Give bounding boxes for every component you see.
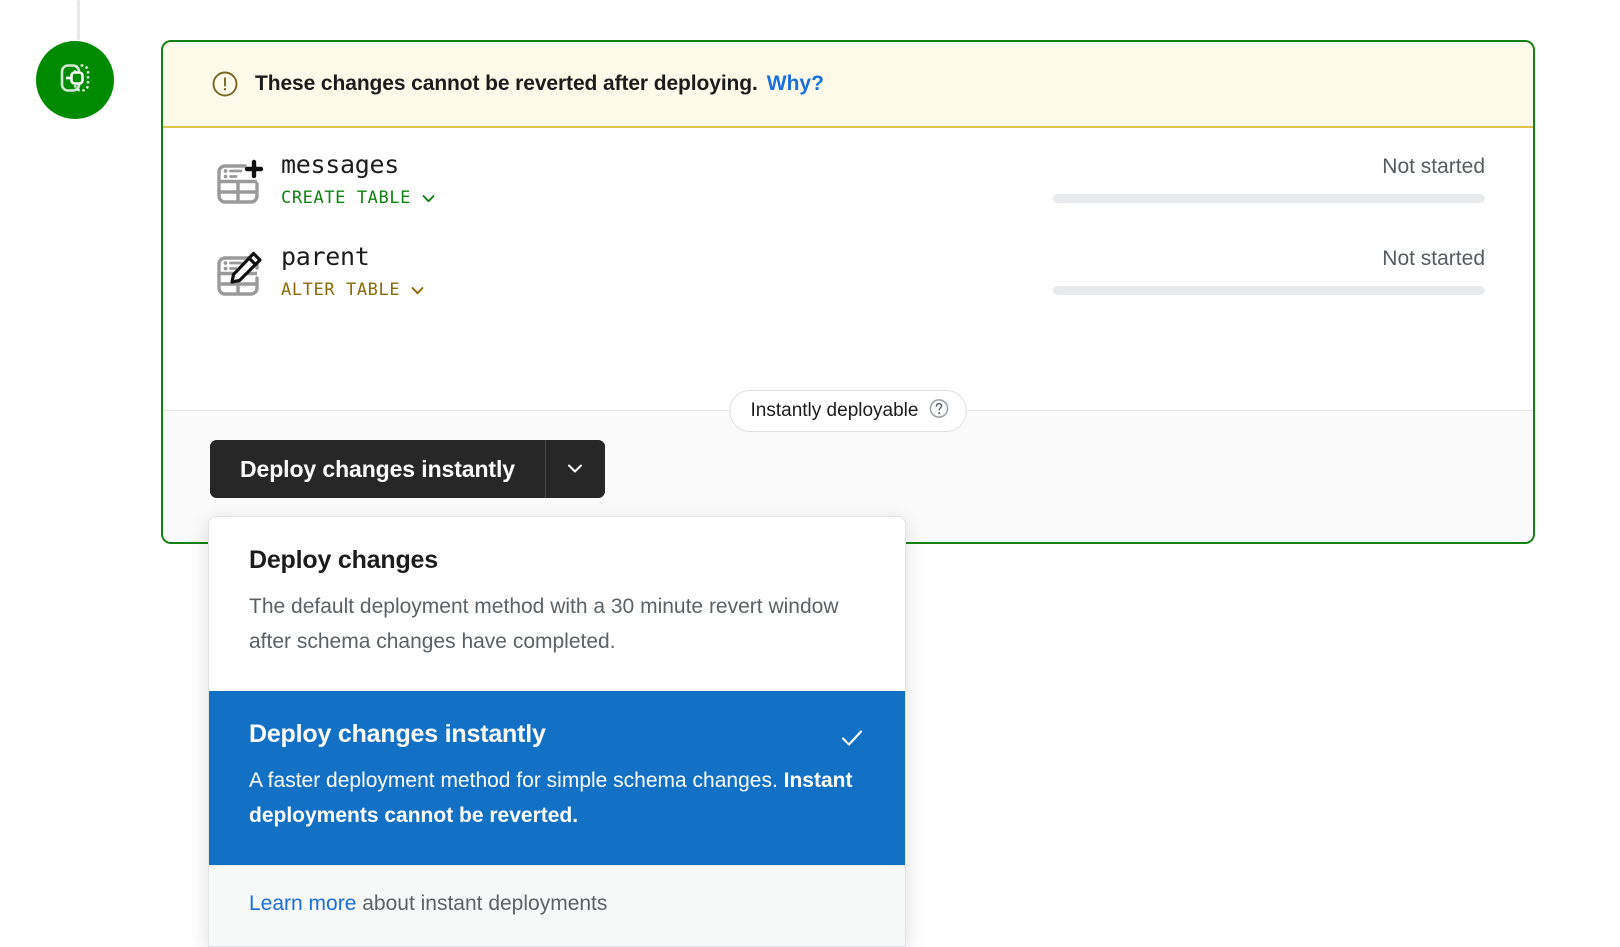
table-row[interactable]: parent ALTER TABLE Not started	[211, 240, 1485, 332]
timeline-connector	[77, 0, 80, 40]
deploy-changes-card: These changes cannot be reverted after d…	[161, 40, 1535, 544]
menu-item-description: A faster deployment method for simple sc…	[249, 763, 865, 833]
deploy-split-button: Deploy changes instantly	[210, 440, 605, 498]
table-row[interactable]: messages CREATE TABLE Not started	[211, 148, 1485, 240]
status-text: Not started	[1382, 155, 1485, 178]
menu-footer: Learn more about instant deployments	[209, 865, 905, 946]
schema-changes-list: messages CREATE TABLE Not started parent…	[163, 128, 1533, 410]
warning-message: These changes cannot be reverted after d…	[255, 72, 758, 95]
deploy-options-toggle[interactable]	[544, 440, 605, 498]
deploy-changes-instantly-button[interactable]: Deploy changes instantly	[210, 440, 545, 498]
check-icon	[839, 725, 865, 751]
chevron-down-icon	[420, 190, 437, 207]
status-text: Not started	[1382, 247, 1485, 270]
irreversible-warning-banner: These changes cannot be reverted after d…	[163, 42, 1533, 128]
table-row-status: Not started	[1053, 240, 1485, 295]
table-add-icon	[211, 148, 269, 215]
menu-item-title: Deploy changes instantly	[249, 720, 546, 748]
table-name: messages	[281, 150, 400, 179]
table-row-meta: parent ALTER TABLE	[281, 240, 426, 300]
table-edit-icon	[211, 240, 269, 307]
instantly-deployable-badge: Instantly deployable	[729, 390, 967, 432]
menu-item-description: The default deployment method with a 30 …	[249, 595, 839, 653]
table-operation-label: CREATE TABLE	[281, 188, 412, 208]
menu-footer-text: about instant deployments	[356, 892, 608, 915]
left-rail	[0, 0, 160, 944]
progress-bar	[1053, 286, 1485, 295]
table-row-status: Not started	[1053, 148, 1485, 203]
table-operation-label: ALTER TABLE	[281, 280, 401, 300]
table-row-meta: messages CREATE TABLE	[281, 148, 437, 208]
table-name: parent	[281, 242, 370, 271]
chevron-down-icon	[564, 457, 586, 482]
instantly-deployable-label: Instantly deployable	[750, 400, 919, 421]
chevron-down-icon	[409, 282, 426, 299]
deployment-merge-icon	[53, 56, 97, 105]
deploy-options-menu: Deploy changes The default deployment me…	[208, 516, 906, 947]
question-circle-icon[interactable]	[928, 398, 949, 425]
deployment-status-badge	[36, 41, 114, 119]
table-operation-toggle[interactable]: ALTER TABLE	[281, 280, 426, 300]
menu-item-title: Deploy changes	[249, 546, 438, 574]
alert-circle-icon	[211, 70, 239, 98]
progress-bar	[1053, 194, 1485, 203]
menu-item-deploy-changes[interactable]: Deploy changes The default deployment me…	[209, 517, 905, 691]
table-operation-toggle[interactable]: CREATE TABLE	[281, 188, 437, 208]
warning-why-link[interactable]: Why?	[767, 72, 824, 96]
menu-item-deploy-changes-instantly[interactable]: Deploy changes instantly A faster deploy…	[209, 691, 905, 865]
learn-more-link[interactable]: Learn more	[249, 892, 356, 915]
menu-item-description-lead: A faster deployment method for simple sc…	[249, 769, 784, 792]
